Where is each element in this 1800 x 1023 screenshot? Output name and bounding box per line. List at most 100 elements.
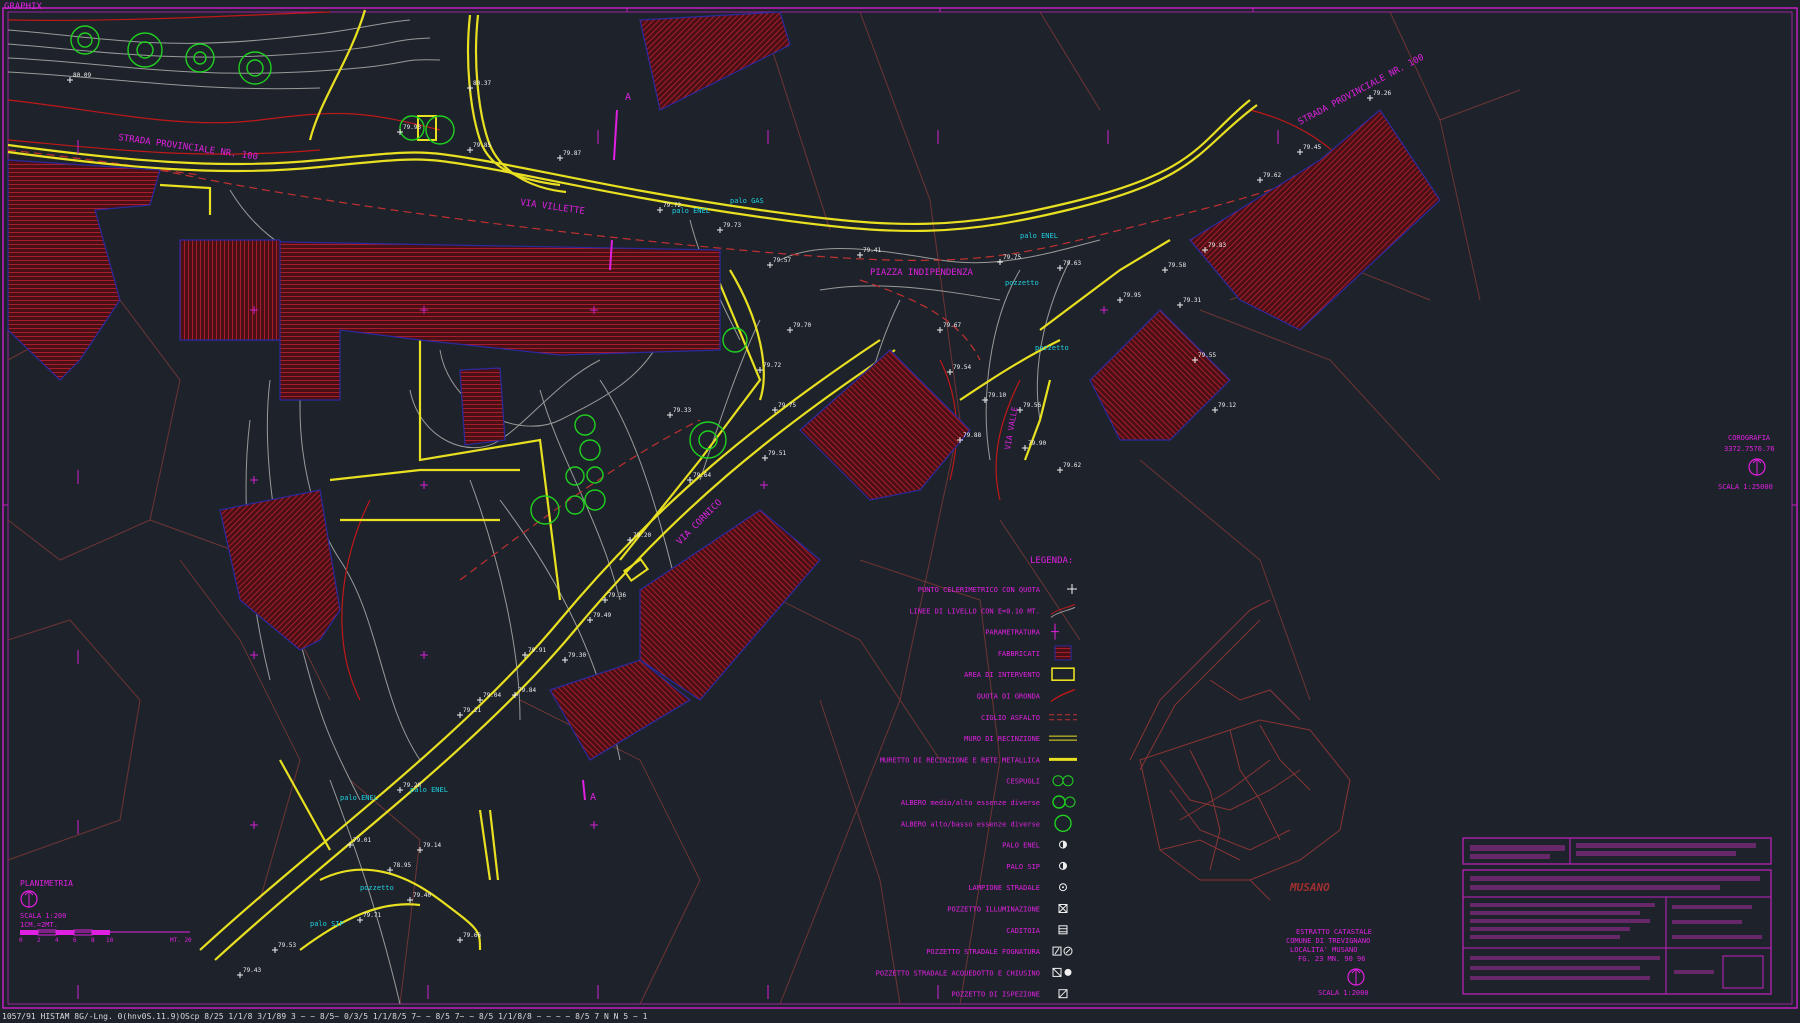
spot-height: 79.64: [687, 472, 711, 483]
legend-item-label: FABBRICATI: [998, 650, 1040, 658]
cadastral-extract-map: [1129, 599, 1351, 901]
legend-item-label: CIGLIO ASFALTO: [981, 714, 1040, 722]
shrub-icon: [1052, 775, 1074, 787]
spot-height: 79.90: [1022, 440, 1046, 451]
street-label-via-villette: VIA VILLETTE: [520, 198, 586, 217]
spot-height: 79.31: [1177, 297, 1201, 308]
spot-height: 79.87: [557, 150, 581, 161]
estratto-line: FG. 23 MN. 90 96: [1298, 955, 1365, 963]
red-curve-icon: [1050, 688, 1076, 703]
corografia-title: COROGRAFIA: [1728, 434, 1771, 442]
street-label-sp100-west: STRADA PROVINCIALE NR. 100: [118, 133, 259, 163]
estratto-line: COMUNE DI TREVIGNANO: [1286, 937, 1370, 945]
legend-item: PALO ENEL: [1002, 840, 1067, 850]
legend-item-label: POZZETTO STRADALE FOGNATURA: [926, 948, 1041, 956]
spot-height-value: 79.70: [793, 322, 811, 329]
legend-item: CADITOIA: [1006, 925, 1068, 935]
section-marker-bottom: A: [590, 792, 596, 803]
legend-item: LAMPIONE STRADALE: [968, 883, 1067, 892]
spot-height: 79.67: [937, 322, 961, 333]
legend-item-label: MURETTO DI RECINZIONE E RETE METALLICA: [880, 756, 1041, 764]
planimetria-scale: SCALA 1:200: [20, 912, 66, 920]
spot-height-value: 79.73: [723, 222, 741, 229]
spot-height-value: 79.87: [563, 150, 581, 157]
spot-height-value: 79.30: [568, 652, 586, 659]
spot-height-value: 79.41: [863, 247, 881, 254]
spot-height: 79.66: [457, 932, 481, 943]
spot-height-value: 79.54: [953, 364, 971, 371]
spot-height-value: 79.55: [1198, 352, 1216, 359]
spot-height-value: 79.57: [773, 257, 791, 264]
utility-label: palo ENEL: [410, 786, 448, 794]
utility-label: palo ENEL: [672, 207, 710, 215]
spot-height: 79.10: [982, 392, 1006, 403]
spot-height-value: 79.64: [693, 472, 711, 479]
spot-height: 79.63: [1057, 260, 1081, 271]
scale-bar: [20, 929, 190, 936]
planimetria-title: PLANIMETRIA: [20, 879, 73, 888]
legend-item-label: POZZETTO STRADALE ACQUEDOTTO E CHIUSINO: [876, 969, 1040, 977]
legend-item: PARAMETRATURA: [985, 623, 1059, 640]
spot-height: 79.43: [237, 967, 261, 978]
legend-item: PUNTO CELERIMETRICO CON QUOTA: [918, 584, 1077, 594]
legend-item-label: LAMPIONE STRADALE: [968, 884, 1040, 892]
spot-height: 79.40: [407, 892, 431, 903]
spot-height-value: 79.49: [593, 612, 611, 619]
circle-half-icon: [1059, 840, 1067, 849]
legend-item-label: PUNTO CELERIMETRICO CON QUOTA: [918, 586, 1041, 594]
legend-item: POZZETTO ILLUMINAZIONE: [947, 904, 1068, 914]
estratto-line: LOCALITA' MUSANO: [1290, 946, 1357, 954]
app-label: GRAPHIX: [4, 2, 43, 12]
circle-dot-icon: [1059, 883, 1067, 892]
title-block: [1462, 837, 1772, 995]
spot-height: 79.54: [947, 364, 971, 375]
spot-height-value: 79.31: [1183, 297, 1201, 304]
estratto-scale: SCALA 1:2000: [1318, 989, 1369, 997]
spot-height: 79.95: [1117, 292, 1141, 303]
spot-height-value: 79.36: [608, 592, 626, 599]
legend-item: POZZETTO STRADALE FOGNATURA: [926, 946, 1073, 956]
legend: LEGENDA: PUNTO CELERIMETRICO CON QUOTA LI…: [876, 556, 1077, 999]
tree-icon: [1052, 795, 1076, 809]
spot-height-value: 79.58: [1168, 262, 1186, 269]
legend-item: CESPUGLI: [1006, 775, 1074, 787]
spot-height: 79.70: [787, 322, 811, 333]
legend-item-label: POZZETTO ILLUMINAZIONE: [947, 906, 1040, 914]
utility-label: palo ENEL: [1020, 232, 1058, 240]
spot-height-value: 79.85: [473, 142, 491, 149]
spot-height-value: 79.66: [463, 932, 481, 939]
spot-height-value: 79.63: [1063, 260, 1081, 267]
spot-height: 78.95: [387, 862, 411, 873]
legend-item-label: PALO SIP: [1006, 863, 1040, 871]
spot-height-value: 79.40: [413, 892, 431, 899]
spot-height-value: 79.43: [243, 967, 261, 974]
spot-height-value: 79.67: [943, 322, 961, 329]
corografia-code: 3372.7576.76: [1724, 445, 1775, 453]
building-hatch-icon: [1054, 645, 1072, 661]
spot-height-value: 79.26: [1373, 90, 1391, 97]
spot-height: 79.62: [1057, 462, 1081, 473]
scale-tick: 2: [37, 937, 41, 944]
corografia-block: COROGRAFIA 3372.7576.76 SCALA 1:25000: [1718, 434, 1775, 491]
spot-height: 79.33: [667, 407, 691, 418]
legend-item: AREA DI INTERVENTO: [964, 667, 1075, 682]
scale-tick: 4: [55, 937, 59, 944]
spot-height-value: 79.56: [1023, 402, 1041, 409]
circle-half-icon: [1059, 861, 1067, 870]
street-label-piazza-indipendenza: PIAZZA INDIPENDENZA: [870, 268, 974, 278]
box-a-icon: [1052, 967, 1072, 977]
legend-item: ALBERO medio/alto essenze diverse: [901, 795, 1076, 809]
spot-height: 79.51: [762, 450, 786, 461]
buildings: [7, 11, 1441, 761]
cad-drawing-canvas[interactable]: GRAPHIX 80.0980.3779.9379.8579.8779.7279…: [0, 0, 1800, 1023]
legend-item-label: POZZETTO DI ISPEZIONE: [951, 991, 1040, 999]
spot-height-value: 79.14: [423, 842, 441, 849]
spot-height: 80.09: [67, 72, 91, 83]
legend-item: PALO SIP: [1006, 861, 1067, 871]
spot-height-value: 79.12: [1218, 402, 1236, 409]
planimetria-note: 1CM.=2MT.: [20, 921, 58, 929]
utility-label: palo SIP: [310, 920, 344, 928]
spot-height: 79.41: [857, 247, 881, 258]
spot-height-value: 80.37: [473, 80, 491, 87]
spot-height: 79.73: [717, 222, 741, 233]
